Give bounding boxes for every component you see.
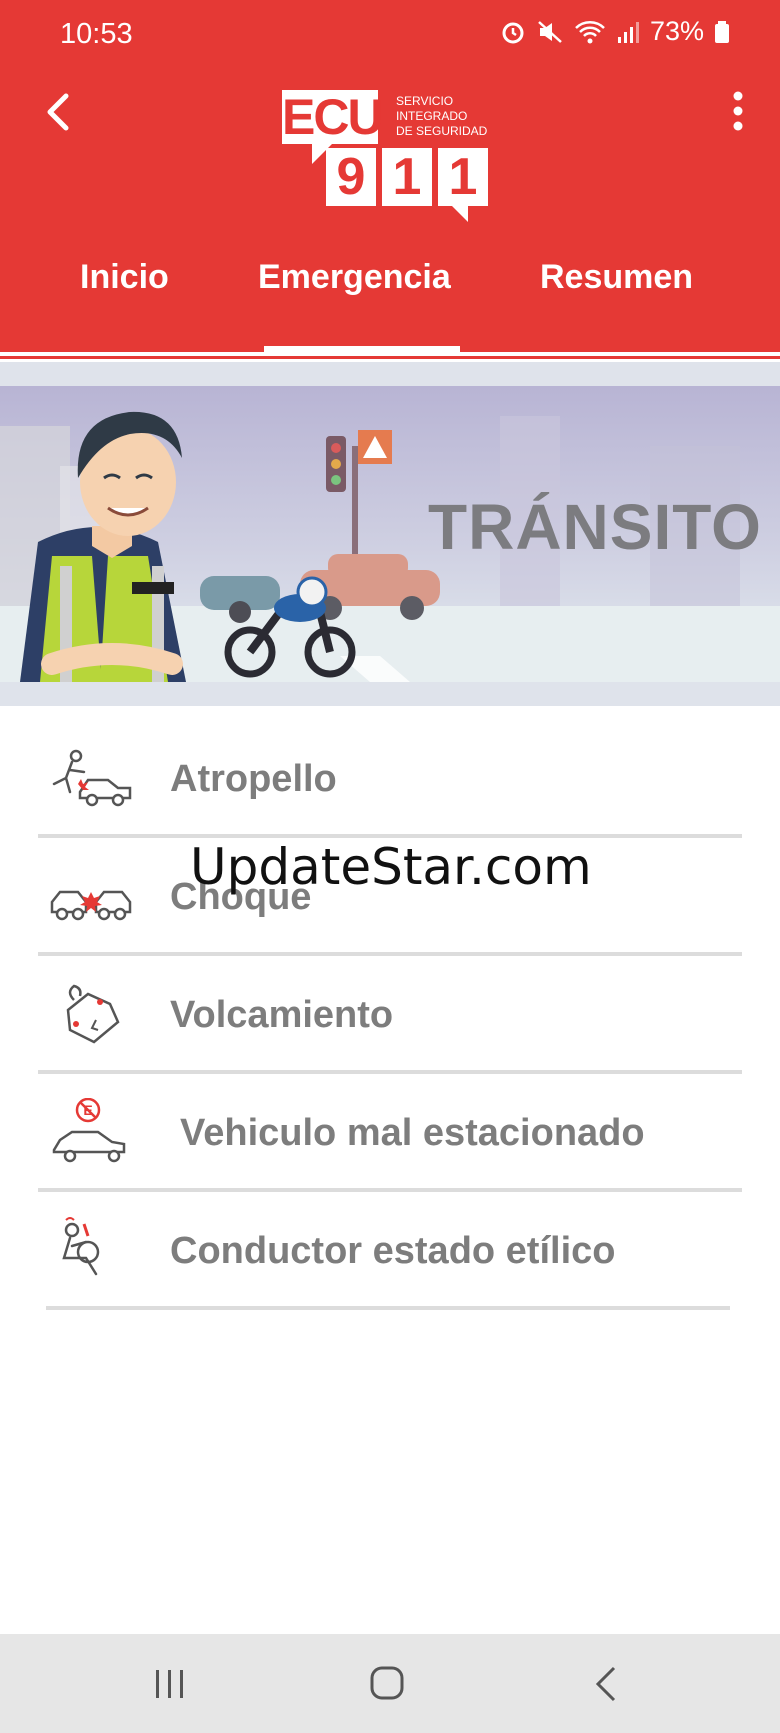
status-bar: 10:53 73% xyxy=(0,0,780,68)
system-nav-bar xyxy=(0,1634,780,1733)
alarm-icon xyxy=(502,22,524,43)
logo-digit: 1 xyxy=(382,148,432,206)
logo-ecu-text: ECU xyxy=(282,89,384,145)
rollover-icon xyxy=(66,984,120,1044)
tab-emergencia[interactable]: Emergencia xyxy=(258,258,451,297)
logo-digit: 9 xyxy=(326,148,376,206)
home-icon[interactable] xyxy=(358,1664,418,1704)
battery-icon xyxy=(715,20,729,43)
logo-tagline: SERVICIO INTEGRADO DE SEGURIDAD xyxy=(396,94,488,138)
status-time: 10:53 xyxy=(60,18,133,50)
list-item-label: Vehiculo mal estacionado xyxy=(180,1112,645,1154)
battery-percent: 73% xyxy=(649,16,704,46)
list-item-volcamiento[interactable]: Volcamiento xyxy=(38,956,742,1074)
transito-banner: TRÁNSITO xyxy=(0,386,780,682)
drunk-driver-icon xyxy=(62,1217,100,1276)
no-parking-car-icon: E xyxy=(52,1098,126,1163)
wifi-icon xyxy=(575,20,605,43)
tab-resumen[interactable]: Resumen xyxy=(540,258,693,297)
list-item-label: Volcamiento xyxy=(170,994,394,1036)
car-crash-icon xyxy=(50,890,132,921)
logo-digit: 1 xyxy=(438,148,488,206)
header-divider xyxy=(0,356,780,359)
pedestrian-hit-icon xyxy=(52,749,132,807)
ecu911-logo: ECU SERVICIO INTEGRADO DE SEGURIDAD 9 1 … xyxy=(282,86,496,226)
list-item-atropello[interactable]: Atropello xyxy=(38,720,742,838)
recent-apps-icon[interactable] xyxy=(140,1664,200,1704)
banner-title: TRÁNSITO xyxy=(428,491,762,563)
tab-bar: Inicio Emergencia Resumen xyxy=(0,250,780,320)
list-item-estado-etilico[interactable]: Conductor estado etílico xyxy=(46,1192,730,1310)
active-tab-indicator xyxy=(264,346,460,353)
back-icon[interactable] xyxy=(578,1664,638,1704)
status-icons: 73% xyxy=(500,16,730,47)
more-vertical-icon[interactable] xyxy=(730,88,746,134)
signal-icon xyxy=(617,21,639,43)
list-item-label: Atropello xyxy=(170,758,337,800)
watermark: UpdateStar.com xyxy=(190,838,592,896)
back-arrow-icon[interactable] xyxy=(36,84,84,140)
tab-inicio[interactable]: Inicio xyxy=(80,258,169,297)
list-item-mal-estacionado[interactable]: E Vehiculo mal estacionado xyxy=(38,1074,742,1192)
list-item-label: Conductor estado etílico xyxy=(170,1230,616,1272)
mute-icon xyxy=(538,20,562,43)
emergency-type-list: Atropello Choque Volcamiento E xyxy=(38,720,742,1310)
app-header: 10:53 73% ECU SERVICIO INTEGRADO DE SEGU… xyxy=(0,0,780,353)
